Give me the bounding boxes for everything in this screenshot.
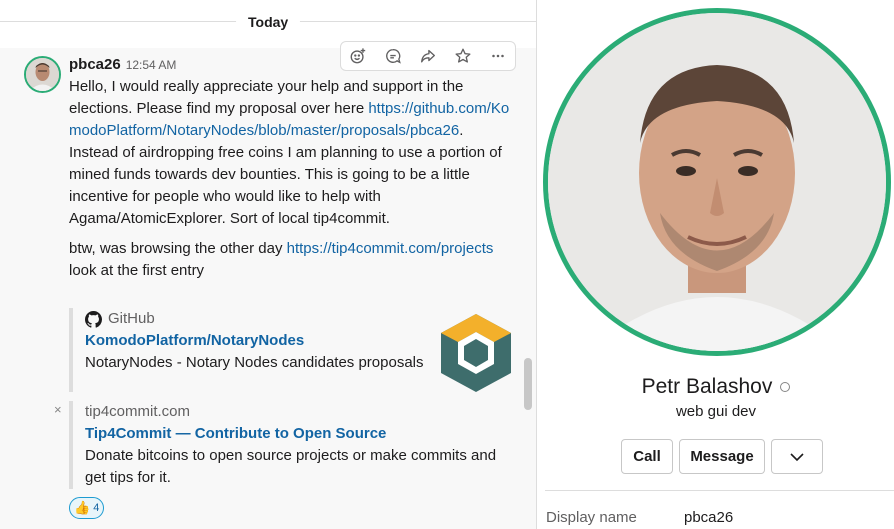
message-author[interactable]: pbca26 [69, 56, 121, 73]
komodo-logo-icon[interactable] [436, 312, 516, 394]
more-actions-icon [491, 54, 504, 58]
add-reaction-button[interactable] [341, 42, 376, 70]
profile-divider [545, 490, 894, 491]
share-message-button[interactable] [411, 42, 446, 70]
profile-photo-image [548, 13, 886, 351]
message-header: pbca26 12:54 AM [69, 56, 176, 76]
add-reaction-icon [350, 48, 366, 64]
profile-pane: Petr Balashov web gui dev Call Message D… [536, 0, 894, 529]
preview-source-label: GitHub [108, 310, 155, 327]
preview-source-label: tip4commit.com [85, 403, 191, 420]
star-message-button[interactable] [445, 42, 480, 70]
reaction-count: 4 [93, 502, 100, 514]
tip4commit-link[interactable]: https://tip4commit.com/projects [287, 240, 494, 257]
reply-thread-icon [386, 49, 402, 64]
reaction-pill[interactable]: 👍 4 [69, 497, 105, 519]
share-message-icon [421, 49, 435, 63]
profile-photo[interactable] [543, 8, 891, 356]
message-paragraph: btw, was browsing the other day https://… [69, 238, 517, 282]
avatar-image [26, 58, 59, 91]
link-preview-tip4commit: tip4commit.com Tip4Commit — Contribute t… [69, 401, 519, 489]
display-name-value: pbca26 [684, 509, 734, 526]
message-timestamp[interactable]: 12:54 AM [126, 58, 177, 72]
author-avatar[interactable] [24, 56, 61, 93]
thumbs-up-icon: 👍 [74, 500, 91, 515]
message-text: look at the first entry [69, 262, 205, 279]
github-icon [85, 310, 102, 328]
message-button[interactable]: Message [679, 439, 765, 474]
message-text: btw, was browsing the other day [69, 240, 287, 257]
display-name-label: Display name [546, 509, 637, 526]
message-paragraph: Hello, I would really appreciate your he… [69, 76, 517, 142]
profile-actions: Call Message [621, 439, 823, 474]
preview-description: Donate bitcoins to open source projects … [85, 447, 497, 486]
star-icon [455, 48, 471, 63]
chevron-down-icon [790, 452, 804, 461]
presence-away-icon [780, 382, 791, 392]
profile-name: Petr Balashov [641, 375, 773, 398]
day-divider: Today [0, 0, 536, 44]
reply-thread-button[interactable] [376, 42, 411, 70]
profile-name-row: Petr Balashov [537, 375, 894, 399]
preview-title-link[interactable]: Tip4Commit — Contribute to Open Source [85, 423, 519, 445]
call-button[interactable]: Call [621, 439, 673, 474]
message-paragraph: Instead of airdropping free coins I am p… [69, 144, 502, 227]
message-actions-toolbar [340, 41, 516, 71]
profile-title: web gui dev [675, 403, 757, 420]
day-divider-label[interactable]: Today [236, 10, 301, 34]
scrollbar-thumb[interactable] [524, 358, 532, 410]
message-text: . [459, 122, 464, 139]
message-body: Hello, I would really appreciate your he… [69, 76, 517, 282]
remove-preview-button[interactable]: × [54, 402, 62, 417]
more-actions-dropdown-button[interactable] [771, 439, 823, 474]
message-pane: Today pbca26 12:54 AM Hello, I would rea… [0, 0, 536, 529]
more-actions-button[interactable] [480, 42, 515, 70]
